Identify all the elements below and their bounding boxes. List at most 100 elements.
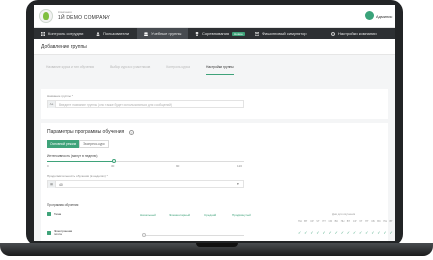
day-label: ПТ — [322, 220, 326, 223]
page-header: Добавление группы — [34, 39, 395, 55]
day-check-icon[interactable]: ✓ — [322, 230, 325, 235]
mode-basic-button[interactable]: Основной режим — [47, 140, 79, 148]
nav-label: Учебные группы — [151, 31, 182, 36]
day-check-icon[interactable]: ✓ — [383, 230, 386, 235]
checkbox-topic[interactable] — [47, 231, 51, 235]
users-icon — [96, 31, 100, 36]
topic-level-track[interactable] — [144, 235, 244, 236]
intensity-tick: 120 — [237, 164, 243, 168]
day-check-icon[interactable]: ✓ — [371, 230, 374, 235]
day-label: СР — [310, 220, 314, 223]
nav-item-company-settings[interactable]: Настройки компании — [324, 28, 395, 39]
group-icon — [144, 31, 148, 36]
day-check-icon[interactable]: ✓ — [329, 230, 332, 235]
nav-label: Соревнования — [202, 31, 230, 36]
gear-icon — [331, 31, 335, 36]
day-check-icon[interactable]: ✓ — [304, 230, 307, 235]
company-caption: Компания — [58, 10, 72, 14]
step-course-name[interactable]: Название курса и тип обучения — [46, 65, 94, 75]
day-label: ЧТ — [359, 220, 363, 223]
avatar[interactable] — [365, 11, 374, 20]
step-course-participants[interactable]: Выбор курса и участников — [110, 65, 150, 75]
nav-item-competitions[interactable]: Соревнования Новое — [188, 28, 248, 39]
nav-item-employee-control[interactable]: Контроль сотрудни — [34, 28, 89, 39]
day-label: ВТ — [389, 220, 393, 223]
step-group-settings[interactable]: Настройки группы — [205, 65, 234, 75]
day-label: ВТ — [346, 220, 350, 223]
app-screen: Компания 1Й DEMO COMPANY ▾ Админис Контр… — [34, 5, 395, 241]
program-card: Параметры программы обучения ? Основной … — [41, 123, 393, 241]
group-name-icon: Аа — [48, 101, 56, 108]
day-check-icon[interactable]: ✓ — [359, 230, 362, 235]
schedule-header: Дни для изучения — [332, 212, 356, 216]
day-label: СБ — [371, 220, 375, 223]
help-icon[interactable]: ? — [129, 130, 134, 135]
new-badge: Новое — [232, 31, 245, 36]
topic-column-header: Тема — [54, 212, 62, 216]
day-check-icon[interactable]: ✓ — [347, 230, 350, 235]
main-nav: Контроль сотрудни Пользователи Учебные г… — [34, 28, 395, 39]
group-name-placeholder: Введите название группы (оно также будет… — [59, 103, 172, 107]
day-label: ВТ — [304, 220, 308, 223]
group-name-field[interactable]: Аа Введите название группы (оно также бу… — [47, 100, 244, 108]
program-grid-title: Программа обучения — [47, 203, 79, 207]
day-label: ЧТ — [316, 220, 320, 223]
duration-select[interactable]: ▦ 40 ▾ — [47, 180, 244, 188]
day-check-icon[interactable]: ✓ — [310, 230, 313, 235]
topic-email: Электронная почта — [54, 229, 73, 237]
nav-label: Фишинговый симулятор — [262, 31, 307, 36]
day-label: ПН — [340, 220, 345, 223]
day-label: ВС — [377, 220, 381, 223]
day-label: ВС — [334, 220, 339, 223]
day-label: ПН — [298, 220, 302, 223]
day-label: ПН — [383, 220, 388, 223]
day-check-icon[interactable]: ✓ — [316, 230, 319, 235]
chevron-down-icon: ▾ — [237, 182, 239, 186]
phishing-icon — [255, 31, 259, 36]
grid-icon — [41, 31, 45, 36]
company-switcher[interactable]: 1Й DEMO COMPANY — [58, 15, 110, 21]
topic-level-handle[interactable] — [142, 233, 146, 237]
level-elementary[interactable]: Элементарный — [169, 213, 190, 217]
duration-value: 40 — [59, 183, 63, 187]
nav-label: Контроль сотрудни — [48, 31, 84, 36]
chevron-down-icon[interactable]: ▾ — [105, 15, 107, 20]
company-logo-icon[interactable] — [39, 9, 53, 23]
nav-item-phishing-simulator[interactable]: Фишинговый симулятор — [248, 28, 324, 39]
top-bar: Компания 1Й DEMO COMPANY ▾ Админис — [34, 5, 395, 28]
intensity-slider-handle[interactable] — [111, 159, 116, 163]
program-title: Параметры программы обучения — [47, 129, 125, 135]
intensity-tick: 30 — [111, 164, 115, 168]
level-advanced[interactable]: Продвинутый — [232, 213, 251, 217]
day-label: СР — [352, 220, 357, 223]
day-check-icon[interactable]: ✓ — [341, 230, 344, 235]
mode-express-button[interactable]: Экспресс-курс — [79, 140, 109, 148]
nav-item-users[interactable]: Пользователи — [89, 28, 137, 39]
nav-label: Настройки компании — [338, 31, 377, 36]
calendar-icon: ▦ — [48, 181, 56, 188]
duration-label: Продолжительность обучения (в неделях) * — [47, 174, 108, 178]
day-check-icon[interactable]: ✓ — [377, 230, 380, 235]
level-beginner[interactable]: Начальный — [140, 213, 156, 217]
day-check-icon[interactable]: ✓ — [390, 230, 393, 235]
laptop-notch — [196, 243, 238, 247]
trophy-icon — [195, 31, 199, 36]
day-label: СБ — [328, 220, 333, 223]
step-course-control[interactable]: Контроль курса — [166, 65, 190, 75]
level-intermediate[interactable]: Средний — [204, 213, 216, 217]
group-name-label: Название группы * — [47, 94, 73, 98]
user-name[interactable]: Админис — [376, 14, 392, 19]
intensity-tick: 0 — [47, 164, 49, 168]
wizard-steps: Название курса и тип обучения Выбор курс… — [46, 65, 266, 75]
checkbox-all-topics[interactable] — [47, 212, 51, 216]
intensity-tick: 90 — [176, 164, 180, 168]
day-check-icon[interactable]: ✓ — [298, 230, 301, 235]
day-check-icon[interactable]: ✓ — [353, 230, 356, 235]
intensity-label: Интенсивность (минут в неделю) — [47, 154, 98, 158]
day-check-icon[interactable]: ✓ — [335, 230, 338, 235]
nav-label: Пользователи — [103, 31, 130, 36]
nav-item-study-groups[interactable]: Учебные группы — [137, 28, 188, 39]
page-title: Добавление группы — [41, 44, 87, 50]
day-check-icon[interactable]: ✓ — [365, 230, 368, 235]
day-label: ПТ — [365, 220, 369, 223]
